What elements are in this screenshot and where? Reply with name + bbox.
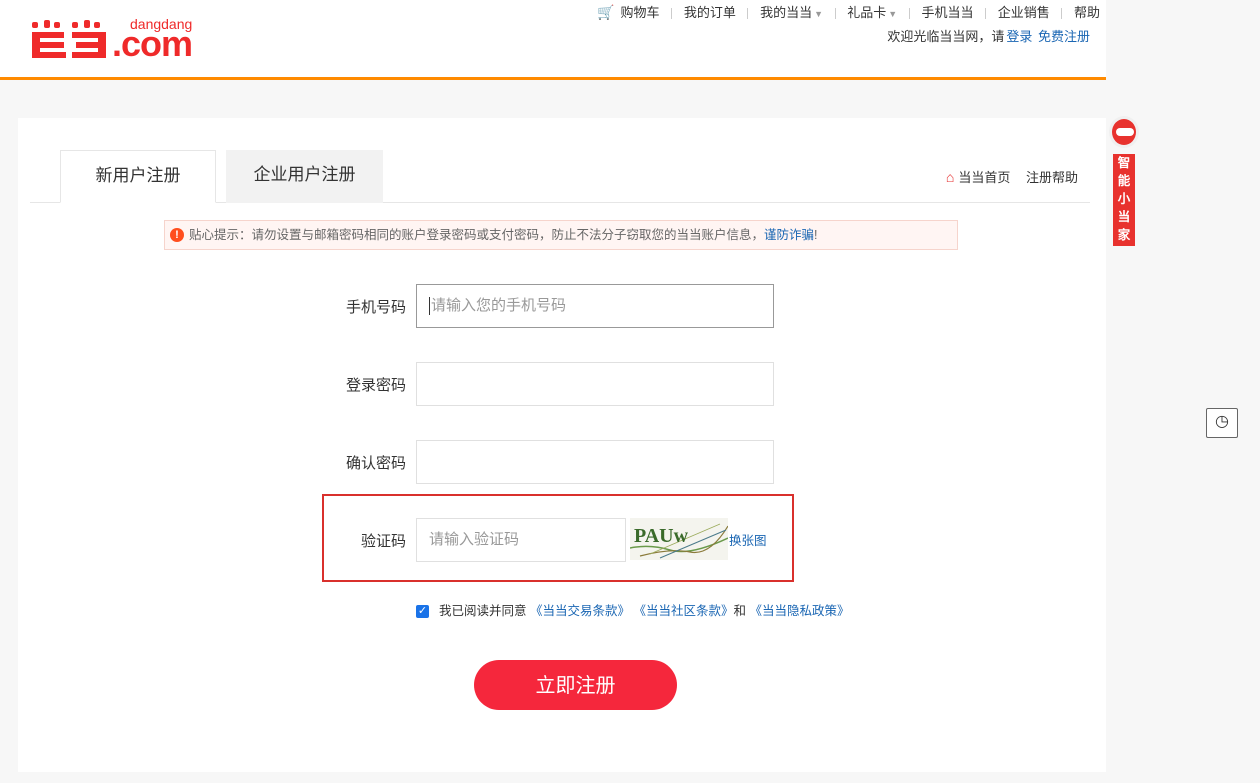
welcome-text: 欢迎光临当当网，请 — [887, 29, 1005, 44]
security-notice: ! 贴心提示：请勿设置与邮箱密码相同的账户登录密码或支付密码，防止不法分子窃取您… — [164, 220, 958, 250]
cart-link[interactable]: 🛒 购物车 — [597, 2, 659, 21]
my-dangdang-menu[interactable]: 我的当当 ▼ — [760, 2, 823, 21]
agree-checkbox[interactable]: ✓ — [416, 605, 429, 619]
divider — [747, 8, 749, 20]
trade-terms-link[interactable]: 《当当交易条款》 — [530, 604, 630, 618]
top-navigation: 🛒 购物车 我的订单 我的当当 ▼ 礼品卡 ▼ 手机当当 企业销售 帮助 — [597, 2, 1100, 21]
tab-new-user[interactable]: 新用户注册 — [60, 150, 216, 203]
confirm-password-label: 确认密码 — [345, 455, 406, 472]
divider — [908, 8, 910, 20]
chevron-down-icon: ▼ — [814, 9, 824, 19]
agreement-and: 和 — [733, 604, 747, 618]
smart-assistant-widget[interactable]: 智能小当家 — [1106, 116, 1144, 246]
text-cursor — [429, 297, 430, 316]
assistant-label: 智能小当家 — [1113, 154, 1135, 246]
captcha-label: 验证码 — [360, 533, 406, 550]
speedometer-icon[interactable]: ◷ — [1206, 408, 1238, 438]
notice-text: 贴心提示：请勿设置与邮箱密码相同的账户登录密码或支付密码，防止不法分子窃取您的当… — [189, 228, 765, 242]
home-icon: ⌂ — [945, 169, 955, 185]
password-input[interactable] — [416, 362, 774, 406]
assistant-mascot-icon — [1109, 116, 1139, 148]
password-label: 登录密码 — [345, 377, 406, 394]
assistant-label-char: 家 — [1117, 228, 1131, 242]
dangdang-logo[interactable]: dangdang .com — [28, 14, 208, 64]
divider — [834, 8, 836, 20]
orders-link[interactable]: 我的订单 — [684, 2, 736, 21]
anti-fraud-link[interactable]: 谨防诈骗 — [764, 228, 814, 242]
captcha-image[interactable]: PAUw — [630, 518, 728, 560]
tab-enterprise-user[interactable]: 企业用户注册 — [226, 150, 383, 203]
enterprise-link[interactable]: 企业销售 — [998, 2, 1050, 21]
register-panel: 新用户注册 企业用户注册 ⌂ 当当首页 注册帮助 ! 贴心提示：请勿设置与邮箱密码… — [18, 118, 1106, 772]
captcha-input[interactable]: 请输入验证码 — [416, 518, 626, 562]
refresh-captcha-link[interactable]: 换张图 — [729, 530, 767, 549]
assistant-label-char: 小 — [1117, 192, 1131, 206]
captcha-text: PAUw — [634, 525, 689, 547]
home-link[interactable]: ⌂ 当当首页 — [945, 169, 1010, 185]
help-link[interactable]: 帮助 — [1074, 2, 1100, 21]
cart-icon: 🛒 — [597, 4, 615, 20]
welcome-bar: 欢迎光临当当网，请 登录 免费注册 — [887, 26, 1090, 45]
confirm-password-input[interactable] — [416, 440, 774, 484]
login-link[interactable]: 登录 — [1006, 29, 1032, 44]
agreement-row: ✓ 我已阅读并同意 《当当交易条款》 《当当社区条款》和 《当当隐私政策》 — [416, 600, 850, 619]
mobile-link[interactable]: 手机当当 — [921, 2, 973, 21]
register-help-link[interactable]: 注册帮助 — [1026, 170, 1078, 185]
register-link[interactable]: 免费注册 — [1038, 29, 1090, 44]
agreement-text: 我已阅读并同意 — [439, 604, 527, 618]
notice-end: ! — [814, 228, 818, 242]
privacy-policy-link[interactable]: 《当当隐私政策》 — [750, 604, 850, 618]
phone-placeholder: 请输入您的手机号码 — [431, 297, 567, 314]
chevron-down-icon: ▼ — [888, 9, 898, 19]
phone-input[interactable]: 请输入您的手机号码 — [416, 284, 774, 328]
assistant-label-char: 智 — [1117, 156, 1131, 170]
assistant-label-char: 能 — [1117, 174, 1131, 188]
register-button[interactable]: 立即注册 — [474, 660, 677, 710]
logo-domain: .com — [112, 23, 193, 64]
divider — [1061, 8, 1063, 20]
header-links: ⌂ 当当首页 注册帮助 — [946, 167, 1078, 186]
assistant-label-char: 当 — [1117, 210, 1131, 224]
logo-mark-icon — [32, 20, 106, 58]
warning-icon: ! — [170, 228, 184, 242]
community-terms-link[interactable]: 《当当社区条款》 — [634, 604, 734, 618]
divider — [671, 8, 673, 20]
gift-card-menu[interactable]: 礼品卡 ▼ — [847, 2, 897, 21]
site-header: dangdang .com 🛒 购物车 我的订单 我的当当 ▼ 礼品卡 ▼ 手机当当 … — [0, 0, 1106, 80]
divider — [985, 8, 987, 20]
phone-label: 手机号码 — [345, 299, 406, 316]
